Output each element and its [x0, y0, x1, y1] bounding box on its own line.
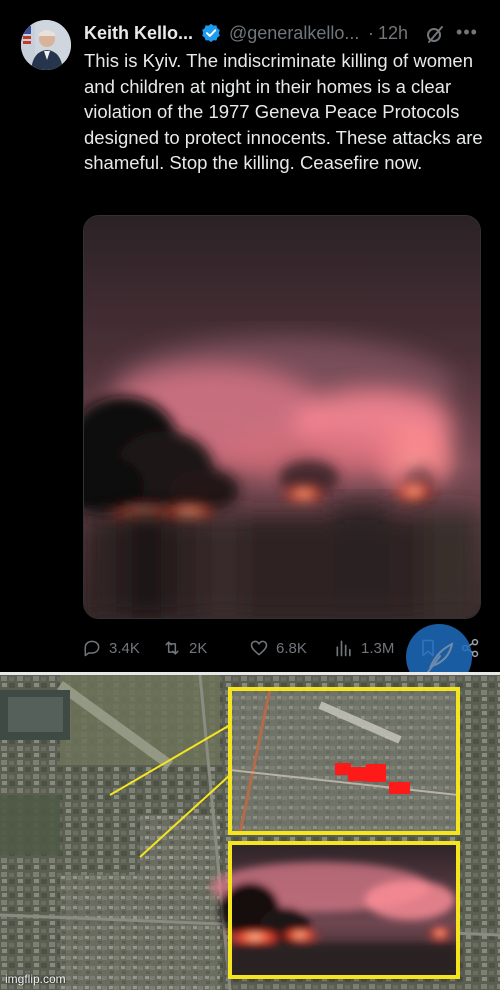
timestamp[interactable]: 12h	[378, 21, 408, 45]
retweet-icon	[165, 641, 179, 655]
views-icon	[336, 640, 351, 657]
author-handle[interactable]: @generalkello...	[229, 21, 359, 45]
views-button[interactable]: 1.3M	[334, 636, 394, 660]
like-icon	[250, 640, 268, 656]
satellite-comparison	[0, 675, 500, 990]
reply-icon	[84, 640, 100, 657]
retweet-button[interactable]: 2K	[162, 636, 207, 660]
views-count: 1.3M	[361, 639, 395, 657]
more-options-icon[interactable]: •••	[456, 22, 478, 42]
like-button[interactable]: 6.8K	[249, 636, 307, 660]
tweet-photo[interactable]	[83, 215, 481, 619]
retweet-count: 2K	[189, 639, 208, 657]
like-count: 6.8K	[276, 639, 307, 657]
tweet-card: Keith Kello... @generalkello... · 12h ••…	[0, 0, 500, 690]
verified-badge-icon[interactable]	[201, 23, 221, 43]
author-avatar[interactable]	[21, 20, 71, 70]
imgflip-watermark: imgflip.com	[5, 972, 66, 986]
reply-button[interactable]: 3.4K	[82, 636, 140, 660]
separator-dot: ·	[368, 23, 374, 43]
tweet-text: This is Kyiv. The indiscriminate killing…	[84, 50, 483, 173]
grok-icon[interactable]	[425, 24, 445, 44]
author-name[interactable]: Keith Kello...	[84, 21, 193, 45]
reply-count: 3.4K	[109, 639, 140, 657]
